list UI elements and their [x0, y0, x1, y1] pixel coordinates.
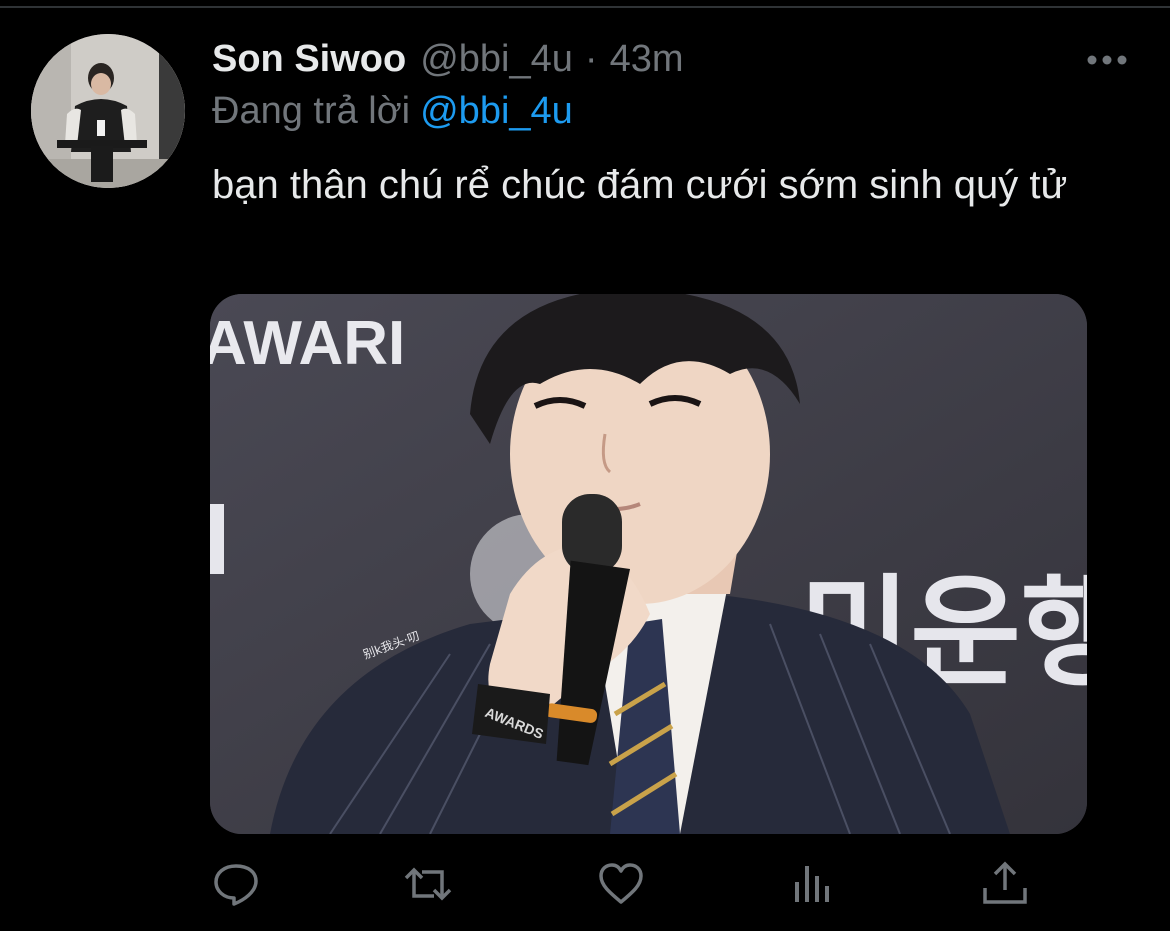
top-divider: [0, 6, 1170, 8]
tweet-time[interactable]: 43m: [610, 38, 684, 81]
tweet-media-image[interactable]: AWARI 민운행: [210, 294, 1087, 834]
avatar-image: [31, 34, 185, 188]
author-handle[interactable]: @bbi_4u: [420, 38, 573, 81]
replying-to: Đang trả lời @bbi_4u: [212, 90, 573, 133]
replying-mention[interactable]: @bbi_4u: [420, 90, 573, 132]
tweet-action-bar: [0, 856, 1170, 916]
more-options-icon[interactable]: [1086, 50, 1128, 70]
media-photo: AWARI 민운행: [210, 294, 1087, 834]
reply-icon[interactable]: [208, 856, 264, 912]
tweet-text: bạn thân chú rể chúc đám cưới sớm sinh q…: [212, 163, 1068, 207]
avatar[interactable]: [31, 34, 185, 188]
tweet-page: Son Siwoo @bbi_4u · 43m Đang trả lời @bbi…: [0, 0, 1170, 931]
analytics-icon[interactable]: [785, 856, 841, 912]
share-icon[interactable]: [977, 856, 1033, 912]
retweet-icon[interactable]: [400, 856, 456, 912]
tweet-header: Son Siwoo @bbi_4u · 43m: [212, 38, 683, 81]
backdrop-award-text: AWARI: [210, 309, 405, 378]
replying-label: Đang trả lời: [212, 90, 411, 132]
heart-icon[interactable]: [593, 856, 649, 912]
author-name[interactable]: Son Siwoo: [212, 38, 406, 81]
separator-dot: ·: [584, 38, 598, 80]
